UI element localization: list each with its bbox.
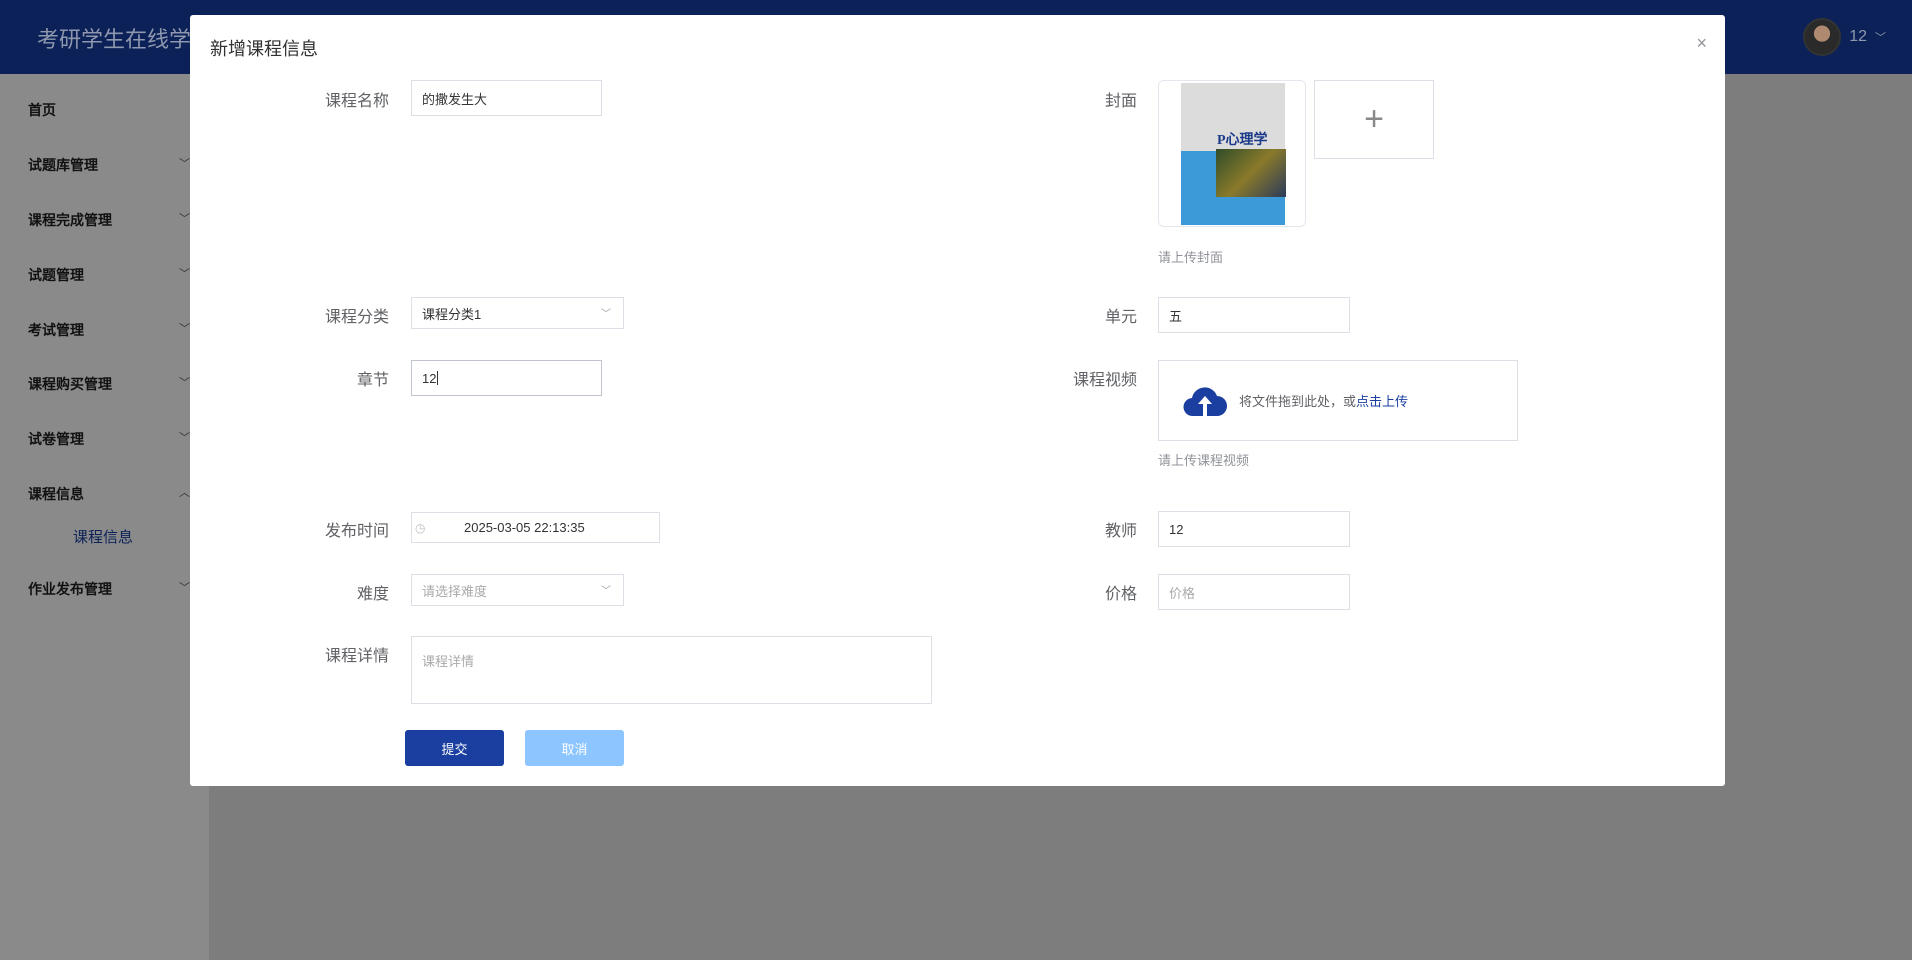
sidebar: 首页 试题库管理 ﹀ 课程完成管理 ﹀ 试题管理 ﹀ 考试管理 ﹀ 课程购买管理 ﹀ 试卷… — [0, 74, 209, 960]
chevron-down-icon: ﹀ — [179, 582, 190, 594]
difficulty-select[interactable]: 请选择难度 ﹀ — [411, 574, 624, 606]
video-hint: 请上传课程视频 — [1158, 453, 1250, 468]
sidebar-item-home[interactable]: 首页 — [28, 100, 188, 120]
unit-value: 五 — [1169, 308, 1183, 324]
price-placeholder: 价格 — [1169, 585, 1196, 601]
difficulty-placeholder: 请选择难度 — [422, 583, 488, 599]
detail-placeholder: 课程详情 — [422, 654, 475, 669]
unit-input[interactable]: 五 — [1158, 297, 1350, 333]
publish-time-label: 发布时间 — [324, 523, 389, 540]
book-cover: P心理学 — [1181, 83, 1286, 225]
detail-textarea[interactable]: 课程详情 — [411, 636, 932, 704]
course-name-input[interactable]: 的撒发生大 — [411, 80, 602, 116]
dialog-title: 新增课程信息 — [210, 39, 318, 59]
chevron-down-icon: ﹀ — [179, 377, 190, 389]
close-icon[interactable]: × — [1696, 33, 1707, 54]
chapter-label: 章节 — [356, 372, 389, 389]
sidebar-item-label: 考试管理 — [28, 322, 84, 338]
category-select[interactable]: 课程分类1 ﹀ — [411, 297, 624, 329]
avatar[interactable] — [1803, 18, 1842, 56]
cancel-button[interactable]: 取消 — [525, 730, 624, 766]
price-label: 价格 — [1104, 586, 1137, 603]
chevron-down-icon: ﹀ — [179, 213, 190, 225]
teacher-value: 12 — [1169, 521, 1184, 537]
sidebar-item-label: 课程购买管理 — [28, 376, 112, 392]
chevron-down-icon: ﹀ — [601, 585, 611, 597]
category-label: 课程分类 — [324, 309, 389, 326]
app-title: 考研学生在线学习 — [37, 27, 214, 52]
category-value: 课程分类1 — [422, 306, 482, 322]
sidebar-item-question-bank[interactable]: 试题库管理 ﹀ — [28, 155, 190, 175]
sidebar-item-label: 首页 — [28, 102, 56, 118]
clock-icon: ◷ — [415, 520, 426, 535]
username: 12 — [1849, 28, 1867, 45]
sidebar-item-exams[interactable]: 考试管理 ﹀ — [28, 320, 190, 340]
user-menu[interactable]: 12 ﹀ — [1803, 18, 1886, 56]
teacher-label: 教师 — [1104, 523, 1137, 540]
cloud-upload-icon — [1183, 386, 1227, 416]
chapter-input[interactable]: 12 — [411, 360, 602, 396]
unit-label: 单元 — [1104, 309, 1137, 326]
chevron-down-icon: ﹀ — [601, 308, 611, 320]
sidebar-item-label: 课程信息 — [28, 486, 84, 502]
video-drop-text: 将文件拖到此处，或 — [1239, 394, 1357, 409]
cover-hint: 请上传封面 — [1158, 250, 1224, 265]
name-label: 课程名称 — [324, 93, 389, 110]
publish-time-value: 2025-03-05 22:13:35 — [464, 520, 585, 535]
sidebar-item-course-completion[interactable]: 课程完成管理 ﹀ — [28, 210, 190, 230]
detail-label: 课程详情 — [324, 648, 389, 665]
difficulty-label: 难度 — [356, 586, 389, 603]
chapter-value: 12 — [422, 370, 437, 386]
sidebar-item-course-purchase[interactable]: 课程购买管理 ﹀ — [28, 374, 190, 394]
click-upload-link[interactable]: 点击上传 — [1356, 394, 1408, 409]
sidebar-item-course-info[interactable]: 课程信息 ︿ — [28, 484, 190, 504]
video-upload-dropzone[interactable]: 将文件拖到此处，或点击上传 — [1158, 360, 1518, 441]
sidebar-item-questions[interactable]: 试题管理 ﹀ — [28, 265, 190, 285]
price-input[interactable]: 价格 — [1158, 574, 1350, 610]
teacher-input[interactable]: 12 — [1158, 511, 1350, 547]
sidebar-item-label: 试题库管理 — [28, 157, 98, 173]
sidebar-item-papers[interactable]: 试卷管理 ﹀ — [28, 429, 190, 449]
sidebar-item-homework[interactable]: 作业发布管理 ﹀ — [28, 579, 190, 599]
sidebar-item-label: 试题管理 — [28, 267, 84, 283]
chevron-down-icon: ﹀ — [179, 323, 190, 335]
video-label: 课程视频 — [1072, 372, 1137, 389]
course-name-value: 的撒发生大 — [422, 91, 488, 107]
sidebar-subitem-course-info[interactable]: 课程信息 — [73, 526, 133, 547]
cover-image[interactable]: P心理学 — [1158, 80, 1306, 227]
add-course-dialog: 新增课程信息 × 课程名称 的撒发生大 封面 P心理学 + 请上传封面 课程分类… — [190, 15, 1725, 786]
sidebar-item-label: 课程完成管理 — [28, 212, 112, 228]
chevron-up-icon: ︿ — [179, 487, 190, 499]
sidebar-item-label: 试卷管理 — [28, 431, 84, 447]
upload-cover-button[interactable]: + — [1314, 80, 1434, 159]
chevron-down-icon: ﹀ — [179, 432, 190, 444]
chevron-down-icon: ﹀ — [1875, 32, 1886, 44]
sidebar-item-label: 作业发布管理 — [28, 581, 112, 597]
publish-time-picker[interactable]: ◷ 2025-03-05 22:13:35 — [411, 512, 660, 543]
cover-label: 封面 — [1104, 93, 1137, 110]
submit-button[interactable]: 提交 — [405, 730, 504, 766]
chevron-down-icon: ﹀ — [179, 268, 190, 280]
plus-icon: + — [1364, 100, 1384, 138]
chevron-down-icon: ﹀ — [179, 158, 190, 170]
